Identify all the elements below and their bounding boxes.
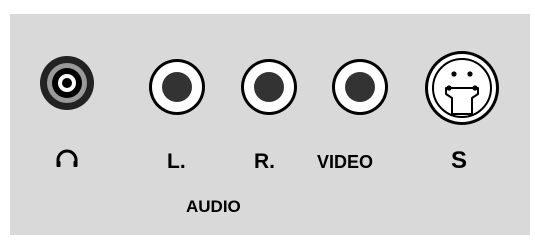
video-label: VIDEO [317,152,374,172]
audio-left-jack[interactable] [147,57,207,117]
audio-right-jack[interactable] [239,57,299,117]
s-video-jack[interactable] [422,48,502,128]
headphone-jack[interactable] [37,53,97,113]
headphones-icon [56,149,78,167]
audio-right-label: R. [254,150,275,173]
audio-group-label: AUDIO [186,197,241,216]
audio-left-label: L. [167,150,186,173]
s-video-label: S [451,147,468,174]
video-jack[interactable] [330,57,390,117]
av-connector-panel: L. R. VIDEO S AUDIO [10,14,530,235]
